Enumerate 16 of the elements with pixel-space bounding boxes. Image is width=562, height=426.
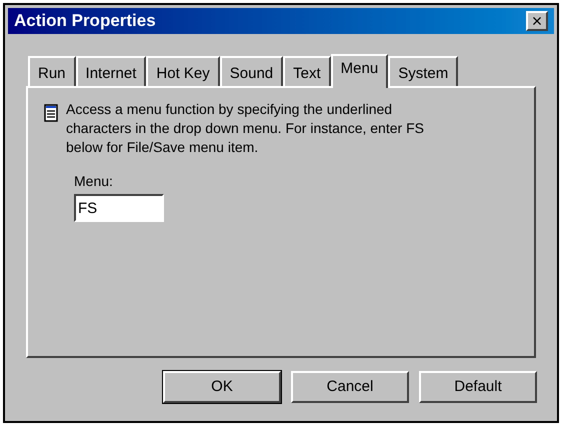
tab[interactable]: Internet [76, 56, 146, 86]
tab[interactable]: Sound [220, 56, 284, 86]
dialog-button[interactable]: Cancel [291, 371, 409, 403]
tab[interactable]: Run [28, 56, 76, 86]
field-label: Menu: [74, 172, 114, 191]
dialog-button[interactable]: OK [163, 371, 281, 403]
tab[interactable]: Text [283, 56, 331, 86]
close-button[interactable]: × [526, 11, 548, 31]
menu-field[interactable]: FS [74, 194, 164, 222]
document-icon [44, 104, 58, 122]
tab[interactable]: Hot Key [146, 56, 220, 86]
tab[interactable]: System [388, 56, 458, 86]
window-title: Action Properties [14, 10, 156, 32]
tab[interactable]: Menu [330, 54, 388, 88]
description-text: Access a menu function by specifying the underlined characters in the drop down menu. For instance, enter FS below for File/Save menu item. [66, 100, 425, 157]
dialog-button[interactable]: Default [419, 371, 537, 403]
